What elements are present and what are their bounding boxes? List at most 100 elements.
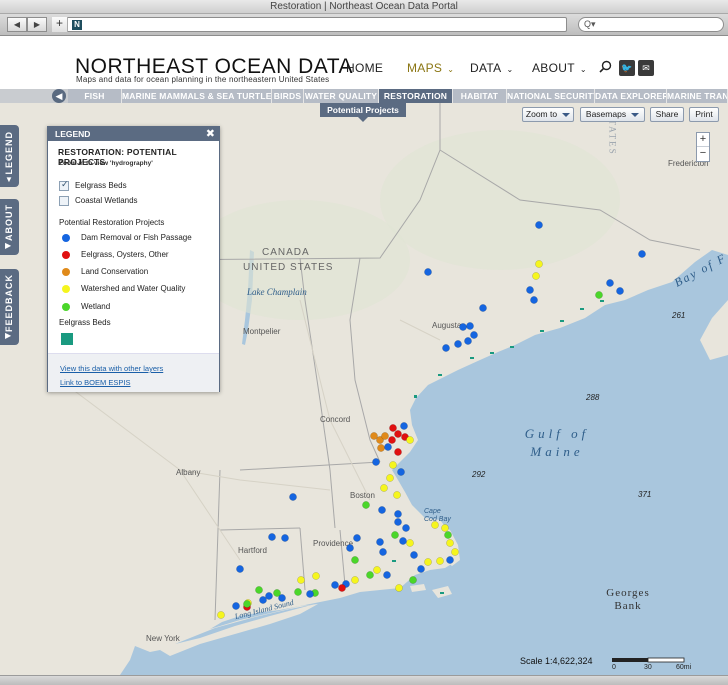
project-point[interactable] bbox=[380, 484, 388, 492]
project-point[interactable] bbox=[397, 468, 405, 476]
category-restoration[interactable]: RESTORATION bbox=[379, 89, 453, 103]
project-point[interactable] bbox=[389, 461, 397, 469]
checkbox-eelgrass-beds[interactable] bbox=[59, 179, 69, 191]
project-point[interactable] bbox=[376, 538, 384, 546]
nav-about[interactable]: ABOUT ⌄ bbox=[532, 61, 587, 75]
zoom-in-button[interactable]: + bbox=[697, 133, 709, 147]
project-point[interactable] bbox=[312, 572, 320, 580]
project-point[interactable] bbox=[388, 436, 396, 444]
browser-search-field[interactable]: Q▾ bbox=[578, 17, 724, 32]
project-point[interactable] bbox=[616, 287, 624, 295]
project-point[interactable] bbox=[470, 331, 478, 339]
project-point[interactable] bbox=[446, 556, 454, 564]
project-point[interactable] bbox=[217, 611, 225, 619]
project-point[interactable] bbox=[346, 544, 354, 552]
project-point[interactable] bbox=[395, 584, 403, 592]
project-point[interactable] bbox=[406, 539, 414, 547]
project-point[interactable] bbox=[338, 584, 346, 592]
project-point[interactable] bbox=[436, 557, 444, 565]
category-back-icon[interactable]: ◀ bbox=[52, 89, 66, 103]
project-point[interactable] bbox=[532, 272, 540, 280]
project-point[interactable] bbox=[394, 518, 402, 526]
project-point[interactable] bbox=[424, 268, 432, 276]
project-point[interactable] bbox=[394, 430, 402, 438]
project-point[interactable] bbox=[451, 548, 459, 556]
forward-button[interactable]: ▶ bbox=[27, 17, 47, 32]
project-point[interactable] bbox=[459, 323, 467, 331]
project-point[interactable] bbox=[243, 600, 251, 608]
project-point[interactable] bbox=[409, 576, 417, 584]
project-point[interactable] bbox=[431, 521, 439, 529]
project-point[interactable] bbox=[297, 576, 305, 584]
project-point[interactable] bbox=[384, 443, 392, 451]
print-button[interactable]: Print bbox=[689, 107, 719, 122]
project-point[interactable] bbox=[479, 304, 487, 312]
project-point[interactable] bbox=[372, 458, 380, 466]
email-icon[interactable]: ✉ bbox=[638, 60, 654, 76]
project-point[interactable] bbox=[393, 491, 401, 499]
link-view-with-other-layers[interactable]: View this data with other layers bbox=[60, 364, 163, 373]
project-point[interactable] bbox=[454, 340, 462, 348]
project-point[interactable] bbox=[281, 534, 289, 542]
nav-data[interactable]: DATA ⌄ bbox=[470, 61, 513, 75]
project-point[interactable] bbox=[294, 588, 302, 596]
share-button[interactable]: Share bbox=[650, 107, 684, 122]
project-point[interactable] bbox=[410, 551, 418, 559]
twitter-icon[interactable]: 🐦 bbox=[619, 60, 635, 76]
layer-coastal-wetlands[interactable]: Coastal Wetlands bbox=[59, 196, 138, 206]
project-point[interactable] bbox=[535, 221, 543, 229]
checkbox-coastal-wetlands[interactable] bbox=[59, 196, 69, 206]
project-point[interactable] bbox=[378, 506, 386, 514]
project-point[interactable] bbox=[351, 576, 359, 584]
close-icon[interactable]: ✖ bbox=[206, 127, 215, 141]
category-national-security[interactable]: NATIONAL SECURITY bbox=[507, 89, 595, 103]
project-point[interactable] bbox=[394, 510, 402, 518]
project-point[interactable] bbox=[366, 571, 374, 579]
category-fish[interactable]: FISH bbox=[68, 89, 122, 103]
nav-home[interactable]: HOME bbox=[346, 61, 383, 75]
category-water-quality[interactable]: WATER QUALITY bbox=[304, 89, 379, 103]
search-icon[interactable] bbox=[599, 60, 612, 73]
category-marine-transportation[interactable]: MARINE TRANSPORTATION bbox=[667, 89, 728, 103]
project-point[interactable] bbox=[268, 533, 276, 541]
project-point[interactable] bbox=[232, 602, 240, 610]
project-point[interactable] bbox=[446, 539, 454, 547]
category-data-explorer[interactable]: DATA EXPLORER bbox=[595, 89, 667, 103]
project-point[interactable] bbox=[417, 565, 425, 573]
project-point[interactable] bbox=[255, 586, 263, 594]
back-button[interactable]: ◀ bbox=[7, 17, 27, 32]
zoom-out-button[interactable]: − bbox=[697, 147, 709, 161]
nav-maps[interactable]: MAPS ⌄ bbox=[407, 61, 454, 75]
project-point[interactable] bbox=[259, 596, 267, 604]
project-point[interactable] bbox=[441, 524, 449, 532]
project-point[interactable] bbox=[530, 296, 538, 304]
category-marine-mammals[interactable]: MARINE MAMMALS & SEA TURTLES bbox=[122, 89, 272, 103]
project-point[interactable] bbox=[444, 531, 452, 539]
project-point[interactable] bbox=[381, 432, 389, 440]
new-tab-button[interactable]: + bbox=[52, 17, 68, 32]
project-point[interactable] bbox=[526, 286, 534, 294]
project-point[interactable] bbox=[535, 260, 543, 268]
subtab-potential-projects[interactable]: Potential Projects bbox=[320, 103, 406, 122]
project-point[interactable] bbox=[464, 337, 472, 345]
project-point[interactable] bbox=[399, 537, 407, 545]
project-point[interactable] bbox=[236, 565, 244, 573]
project-point[interactable] bbox=[606, 279, 614, 287]
project-point[interactable] bbox=[389, 424, 397, 432]
project-point[interactable] bbox=[394, 448, 402, 456]
project-point[interactable] bbox=[400, 422, 408, 430]
project-point[interactable] bbox=[402, 524, 410, 532]
project-point[interactable] bbox=[353, 534, 361, 542]
category-birds[interactable]: BIRDS bbox=[272, 89, 304, 103]
project-point[interactable] bbox=[351, 556, 359, 564]
layer-eelgrass-beds[interactable]: Eelgrass Beds bbox=[59, 179, 127, 191]
project-point[interactable] bbox=[362, 501, 370, 509]
link-boem-espis[interactable]: Link to BOEM ESPIS bbox=[60, 378, 130, 387]
project-point[interactable] bbox=[379, 548, 387, 556]
project-point[interactable] bbox=[377, 444, 385, 452]
project-point[interactable] bbox=[386, 474, 394, 482]
project-point[interactable] bbox=[406, 436, 414, 444]
category-habitat[interactable]: HABITAT bbox=[453, 89, 507, 103]
project-point[interactable] bbox=[391, 531, 399, 539]
project-point[interactable] bbox=[373, 566, 381, 574]
